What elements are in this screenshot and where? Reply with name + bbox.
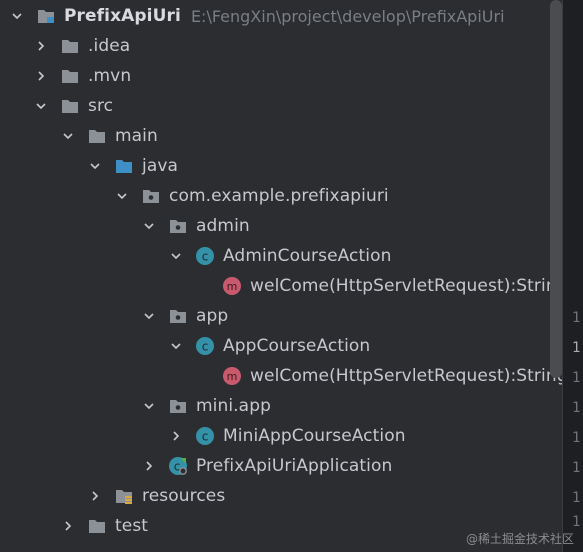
line-number: 1	[572, 310, 581, 326]
next-row-peek	[30, 544, 90, 552]
resources-folder-icon	[114, 486, 134, 506]
method-admin-label: welCome(HttpServletRequest):String	[250, 276, 562, 296]
folder-mvn-label: .mvn	[88, 66, 132, 86]
tree-row-miniapp[interactable]: mini.app	[0, 391, 562, 421]
line-number: 1	[572, 430, 581, 446]
class-application-label: PrefixApiUriApplication	[196, 456, 393, 476]
folder-icon	[60, 36, 80, 56]
class-icon: c	[195, 336, 215, 356]
project-path: E:\FengXin\project\develop\PrefixApiUri	[190, 6, 505, 26]
tree-row-package[interactable]: com.example.prefixapiuri	[0, 181, 562, 211]
tree-row-application[interactable]: c PrefixApiUriApplication	[0, 451, 562, 481]
line-number: 1	[572, 514, 581, 530]
package-admin-label: admin	[196, 216, 250, 236]
tree-row-idea[interactable]: .idea	[0, 31, 562, 61]
tree-row-project-root[interactable]: PrefixApiUri E:\FengXin\project\develop\…	[0, 1, 562, 31]
line-number: 1	[572, 400, 581, 416]
folder-main-label: main	[115, 126, 158, 146]
tree-row-admin-method[interactable]: m welCome(HttpServletRequest):String	[0, 271, 562, 301]
chevron-right-icon[interactable]	[142, 459, 156, 473]
svg-text:c: c	[202, 340, 209, 354]
module-folder-icon	[36, 6, 56, 26]
package-icon	[168, 306, 188, 326]
class-icon: c	[195, 426, 215, 446]
chevron-down-icon[interactable]	[10, 9, 24, 23]
chevron-right-icon[interactable]	[88, 489, 102, 503]
svg-text:c: c	[202, 430, 209, 444]
chevron-down-icon[interactable]	[142, 309, 156, 323]
folder-icon	[60, 66, 80, 86]
chevron-down-icon[interactable]	[34, 99, 48, 113]
method-icon: m	[222, 366, 242, 386]
chevron-right-icon[interactable]	[61, 519, 75, 533]
tree-row-app-method[interactable]: m welCome(HttpServletRequest):String	[0, 361, 562, 391]
folder-icon	[87, 516, 107, 536]
svg-text:m: m	[227, 370, 238, 383]
package-app-label: app	[196, 306, 229, 326]
tree-row-mvn[interactable]: .mvn	[0, 61, 562, 91]
class-admin-label: AdminCourseAction	[223, 246, 392, 266]
class-miniapp-label: MiniAppCourseAction	[223, 426, 406, 446]
folder-java-label: java	[142, 156, 179, 176]
chevron-down-icon[interactable]	[88, 159, 102, 173]
tree-row-admin[interactable]: admin	[0, 211, 562, 241]
chevron-down-icon[interactable]	[169, 249, 183, 263]
chevron-right-icon[interactable]	[169, 429, 183, 443]
package-miniapp-label: mini.app	[196, 396, 271, 416]
tree-row-app-class[interactable]: c AppCourseAction	[0, 331, 562, 361]
package-icon	[168, 216, 188, 236]
folder-test-label: test	[115, 516, 149, 536]
source-folder-icon	[114, 156, 134, 176]
tree-row-main[interactable]: main	[0, 121, 562, 151]
line-number: 1	[572, 340, 581, 356]
chevron-down-icon[interactable]	[142, 399, 156, 413]
method-icon: m	[222, 276, 242, 296]
project-tree: PrefixApiUri E:\FengXin\project\develop\…	[0, 0, 562, 552]
tree-row-miniapp-class[interactable]: c MiniAppCourseAction	[0, 421, 562, 451]
watermark: @稀土掘金技术社区	[466, 532, 575, 546]
line-number: 1	[572, 460, 581, 476]
tree-row-java[interactable]: java	[0, 151, 562, 181]
chevron-down-icon[interactable]	[61, 129, 75, 143]
svg-text:m: m	[227, 280, 238, 293]
method-app-label: welCome(HttpServletRequest):String	[250, 366, 562, 386]
folder-icon	[60, 96, 80, 116]
class-app-label: AppCourseAction	[223, 336, 371, 356]
folder-idea-label: .idea	[88, 36, 131, 56]
package-icon	[141, 186, 161, 206]
line-number: 1	[572, 490, 581, 506]
tree-row-resources[interactable]: resources	[0, 481, 562, 511]
class-icon: c	[195, 246, 215, 266]
folder-src-label: src	[88, 96, 114, 116]
chevron-down-icon[interactable]	[169, 339, 183, 353]
vertical-scrollbar[interactable]	[550, 0, 562, 378]
tree-row-admin-class[interactable]: c AdminCourseAction	[0, 241, 562, 271]
chevron-right-icon[interactable]	[34, 39, 48, 53]
spring-boot-class-icon: c	[168, 456, 188, 476]
folder-icon	[87, 126, 107, 146]
line-number: 1	[572, 370, 581, 386]
svg-text:c: c	[202, 250, 209, 264]
project-name: PrefixApiUri	[64, 6, 181, 26]
chevron-down-icon[interactable]	[115, 189, 129, 203]
tree-row-app[interactable]: app	[0, 301, 562, 331]
package-label: com.example.prefixapiuri	[169, 186, 389, 206]
folder-resources-label: resources	[142, 486, 226, 506]
tree-row-src[interactable]: src	[0, 91, 562, 121]
chevron-down-icon[interactable]	[142, 219, 156, 233]
chevron-right-icon[interactable]	[34, 69, 48, 83]
package-icon	[168, 396, 188, 416]
